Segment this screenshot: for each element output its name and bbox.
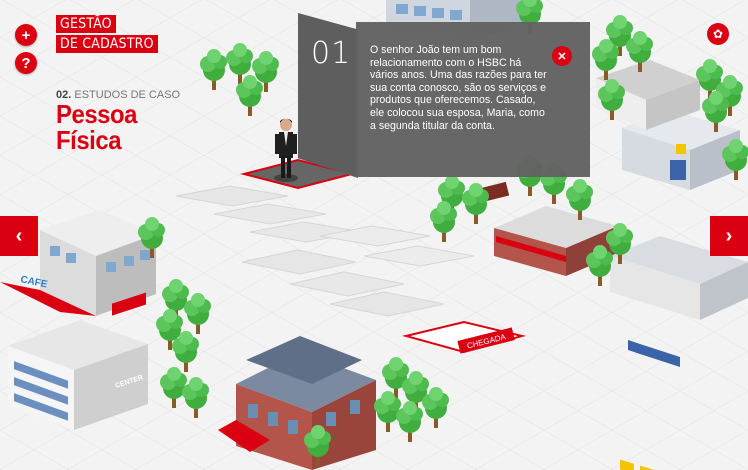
close-button[interactable]: ✕ — [552, 46, 572, 66]
story-text: O senhor João tem um bom relacionamento … — [370, 44, 547, 132]
plus-icon: + — [21, 26, 31, 44]
add-button[interactable]: + — [15, 24, 37, 46]
building-brick-house — [218, 336, 376, 470]
help-button[interactable]: ? — [15, 52, 37, 74]
game-stage: CHEGADA CAFE CENTER + ? GESTÃO DE CADAST… — [0, 0, 748, 470]
flower-icon: ✿ — [712, 27, 724, 41]
board-path — [175, 185, 475, 317]
finish-tile: CHEGADA — [402, 320, 526, 354]
help-icon: ? — [21, 54, 31, 72]
close-icon: ✕ — [557, 50, 567, 63]
app-title-line2: DE CADASTRO — [56, 35, 158, 53]
app-title: GESTÃO DE CADASTRO — [56, 15, 158, 55]
chevron-right-icon: › — [725, 224, 733, 247]
previous-button[interactable]: ‹ — [0, 216, 38, 256]
chevron-left-icon: ‹ — [15, 224, 23, 247]
step-number: 01 — [311, 36, 352, 71]
building-strip-mall — [610, 236, 748, 470]
app-title-line1: GESTÃO — [56, 15, 116, 33]
page-title-line1: Pessoa — [56, 99, 138, 129]
page-title-line2: Física — [56, 125, 122, 155]
page-title: Pessoa Física — [56, 101, 144, 153]
next-button[interactable]: › — [710, 216, 748, 256]
favorite-button[interactable]: ✿ — [707, 23, 729, 45]
